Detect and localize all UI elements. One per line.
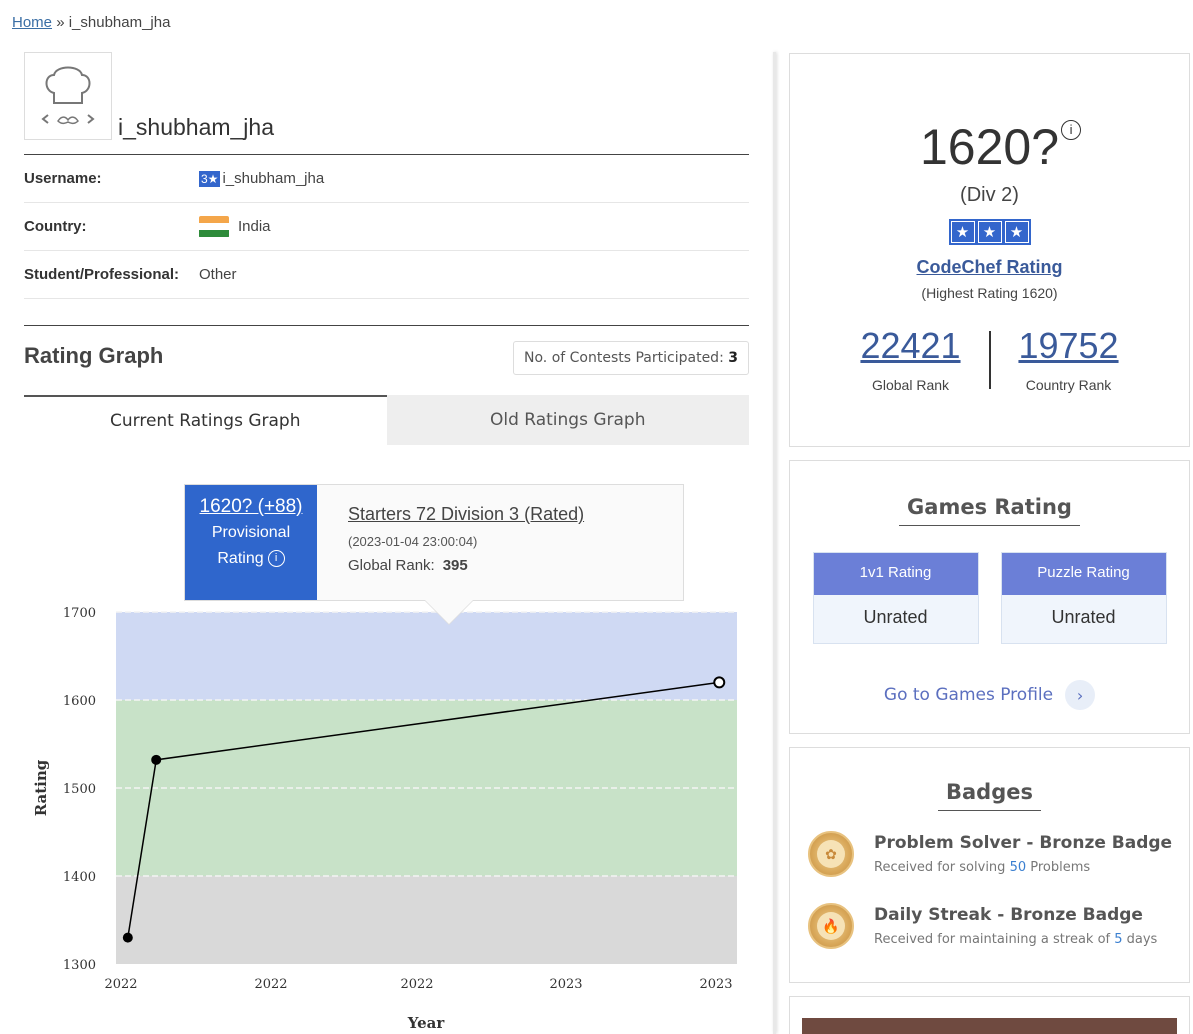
country-label: Country:	[24, 218, 87, 235]
column-divider	[773, 52, 776, 1034]
card-banner	[802, 1018, 1177, 1034]
breadcrumb: Home » i_shubham_jha	[12, 14, 170, 31]
highest-rating: (Highest Rating 1620)	[921, 285, 1058, 301]
badge-item: ✿ Problem Solver - Bronze Badge Received…	[808, 831, 1189, 877]
status-value: Other	[199, 266, 237, 283]
country-rank-link[interactable]: 19752	[991, 325, 1147, 367]
games-rating-card: Games Rating 1v1 Rating Unrated Puzzle R…	[789, 460, 1190, 734]
star-icon: ★	[950, 221, 975, 243]
tooltip-provisional-line2: Rating	[217, 550, 264, 567]
global-rank-label: Global Rank	[871, 377, 950, 393]
division: (Div 2)	[960, 184, 1019, 206]
next-card	[789, 996, 1190, 1034]
bronze-medal-icon: ✿	[808, 831, 854, 877]
badge-name: Problem Solver - Bronze Badge	[874, 833, 1173, 853]
one-v-one-value: Unrated	[813, 595, 978, 643]
badge-description: Received for solving 50 Problems	[874, 860, 1091, 875]
username-row: Username: 3★ i_shubham_jha	[24, 155, 749, 203]
y-tick-label: 1500	[63, 782, 96, 797]
games-rating-title: Games Rating	[899, 495, 1080, 526]
data-point	[151, 754, 162, 765]
breadcrumb-current: i_shubham_jha	[68, 14, 171, 31]
graph-tabs: Current Ratings Graph Old Ratings Graph	[24, 395, 749, 445]
data-point	[122, 932, 133, 943]
contests-label: No. of Contests Participated:	[524, 350, 724, 366]
tooltip-provisional-line1: Provisional	[211, 524, 291, 541]
y-tick-label: 1700	[63, 606, 96, 621]
country-rank-label: Country Rank	[1025, 377, 1112, 393]
ranks: 22421 Global Rank 19752 Country Rank	[790, 325, 1189, 393]
avatar	[24, 52, 112, 140]
games-profile-link-text[interactable]: Go to Games Profile	[884, 685, 1053, 705]
star-rating: ★ ★ ★	[948, 219, 1031, 245]
badge-description: Received for maintaining a streak of 5 d…	[874, 932, 1158, 947]
profile-display-name: i_shubham_jha	[118, 114, 275, 140]
chef-hat-icon	[41, 66, 95, 125]
x-tick-label: 2022	[400, 977, 433, 992]
badge-item: 🔥 Daily Streak - Bronze Badge Received f…	[808, 903, 1189, 949]
rating-tooltip: 1620? (+88) Provisional Rating i Starters…	[184, 484, 684, 625]
tooltip-rank-label: Global Rank:	[348, 557, 435, 574]
tooltip-contest-panel: Starters 72 Division 3 (Rated) (2023-01-…	[317, 485, 584, 600]
star-rating-badge: 3★	[199, 170, 221, 187]
chevron-right-icon[interactable]: ›	[1065, 680, 1096, 710]
one-v-one-label: 1v1 Rating	[813, 553, 978, 595]
profile-header: i_shubham_jha	[24, 52, 749, 155]
x-tick-label: 2022	[104, 977, 137, 992]
breadcrumb-home-link[interactable]: Home	[12, 14, 52, 31]
x-tick-label: 2023	[549, 977, 582, 992]
tooltip-contest-link[interactable]: Starters 72 Division 3 (Rated)	[348, 504, 584, 525]
y-axis-label: Rating	[32, 759, 50, 816]
rating-info-icon[interactable]: i	[1061, 120, 1082, 140]
tooltip-date: (2023-01-04 23:00:04)	[348, 534, 478, 549]
tooltip-rating[interactable]: 1620? (+88)	[185, 494, 317, 520]
y-tick-label: 1600	[63, 694, 96, 709]
country-value: India	[238, 218, 271, 235]
tab-old-ratings[interactable]: Old Ratings Graph	[386, 395, 749, 445]
tooltip-arrow	[425, 600, 473, 624]
rating-band	[116, 612, 737, 700]
profile-panel: i_shubham_jha Username: 3★ i_shubham_jha…	[24, 52, 749, 445]
rating-summary-card: 1620? i (Div 2) ★ ★ ★ CodeChef Rating (H…	[789, 53, 1190, 447]
x-tick-label: 2022	[254, 977, 287, 992]
badges-card: Badges ✿ Problem Solver - Bronze Badge R…	[789, 747, 1190, 983]
puzzle-rating-value: Unrated	[1001, 595, 1166, 643]
status-row: Student/Professional: Other	[24, 251, 749, 299]
country-row: Country: India	[24, 203, 749, 251]
status-label: Student/Professional:	[24, 266, 180, 283]
tooltip-rank-value: 395	[442, 557, 468, 574]
username-value: i_shubham_jha	[222, 170, 325, 187]
y-tick-label: 1400	[63, 870, 96, 885]
badge-name: Daily Streak - Bronze Badge	[874, 905, 1143, 925]
y-tick-label: 1300	[63, 958, 96, 973]
problem-solver-icon: ✿	[817, 840, 845, 868]
flame-icon: 🔥	[817, 912, 845, 940]
puzzle-rating-box: Puzzle Rating Unrated	[1000, 552, 1167, 644]
puzzle-rating-label: Puzzle Rating	[1001, 553, 1166, 595]
one-v-one-rating-box: 1v1 Rating Unrated	[812, 552, 979, 644]
data-point	[713, 676, 726, 689]
global-rank-link[interactable]: 22421	[833, 325, 989, 367]
star-icon: ★	[977, 221, 1002, 243]
breadcrumb-separator: »	[56, 14, 65, 31]
x-axis-label: Year	[407, 1014, 446, 1032]
india-flag-icon	[199, 215, 229, 238]
rating-band	[116, 876, 737, 964]
current-rating-value: 1620?	[919, 119, 1060, 175]
codechef-rating-link[interactable]: CodeChef Rating	[790, 257, 1189, 278]
games-profile-link[interactable]: Go to Games Profile ›	[790, 680, 1189, 710]
current-rating: 1620? i	[919, 118, 1082, 176]
star-icon: ★	[1004, 221, 1029, 243]
username-label: Username:	[24, 170, 102, 187]
badges-title: Badges	[938, 780, 1041, 811]
tooltip-rank: Global Rank: 395	[348, 557, 584, 574]
tooltip-rating-panel: 1620? (+88) Provisional Rating i	[185, 485, 317, 600]
bronze-medal-icon: 🔥	[808, 903, 854, 949]
rating-graph-header: Rating Graph No. of Contests Participate…	[24, 325, 749, 395]
tab-current-ratings[interactable]: Current Ratings Graph	[24, 395, 387, 445]
x-tick-label: 2023	[699, 977, 732, 992]
contests-count: 3	[728, 350, 738, 366]
info-icon[interactable]: i	[267, 550, 285, 568]
contests-count-box: No. of Contests Participated: 3	[513, 341, 749, 375]
